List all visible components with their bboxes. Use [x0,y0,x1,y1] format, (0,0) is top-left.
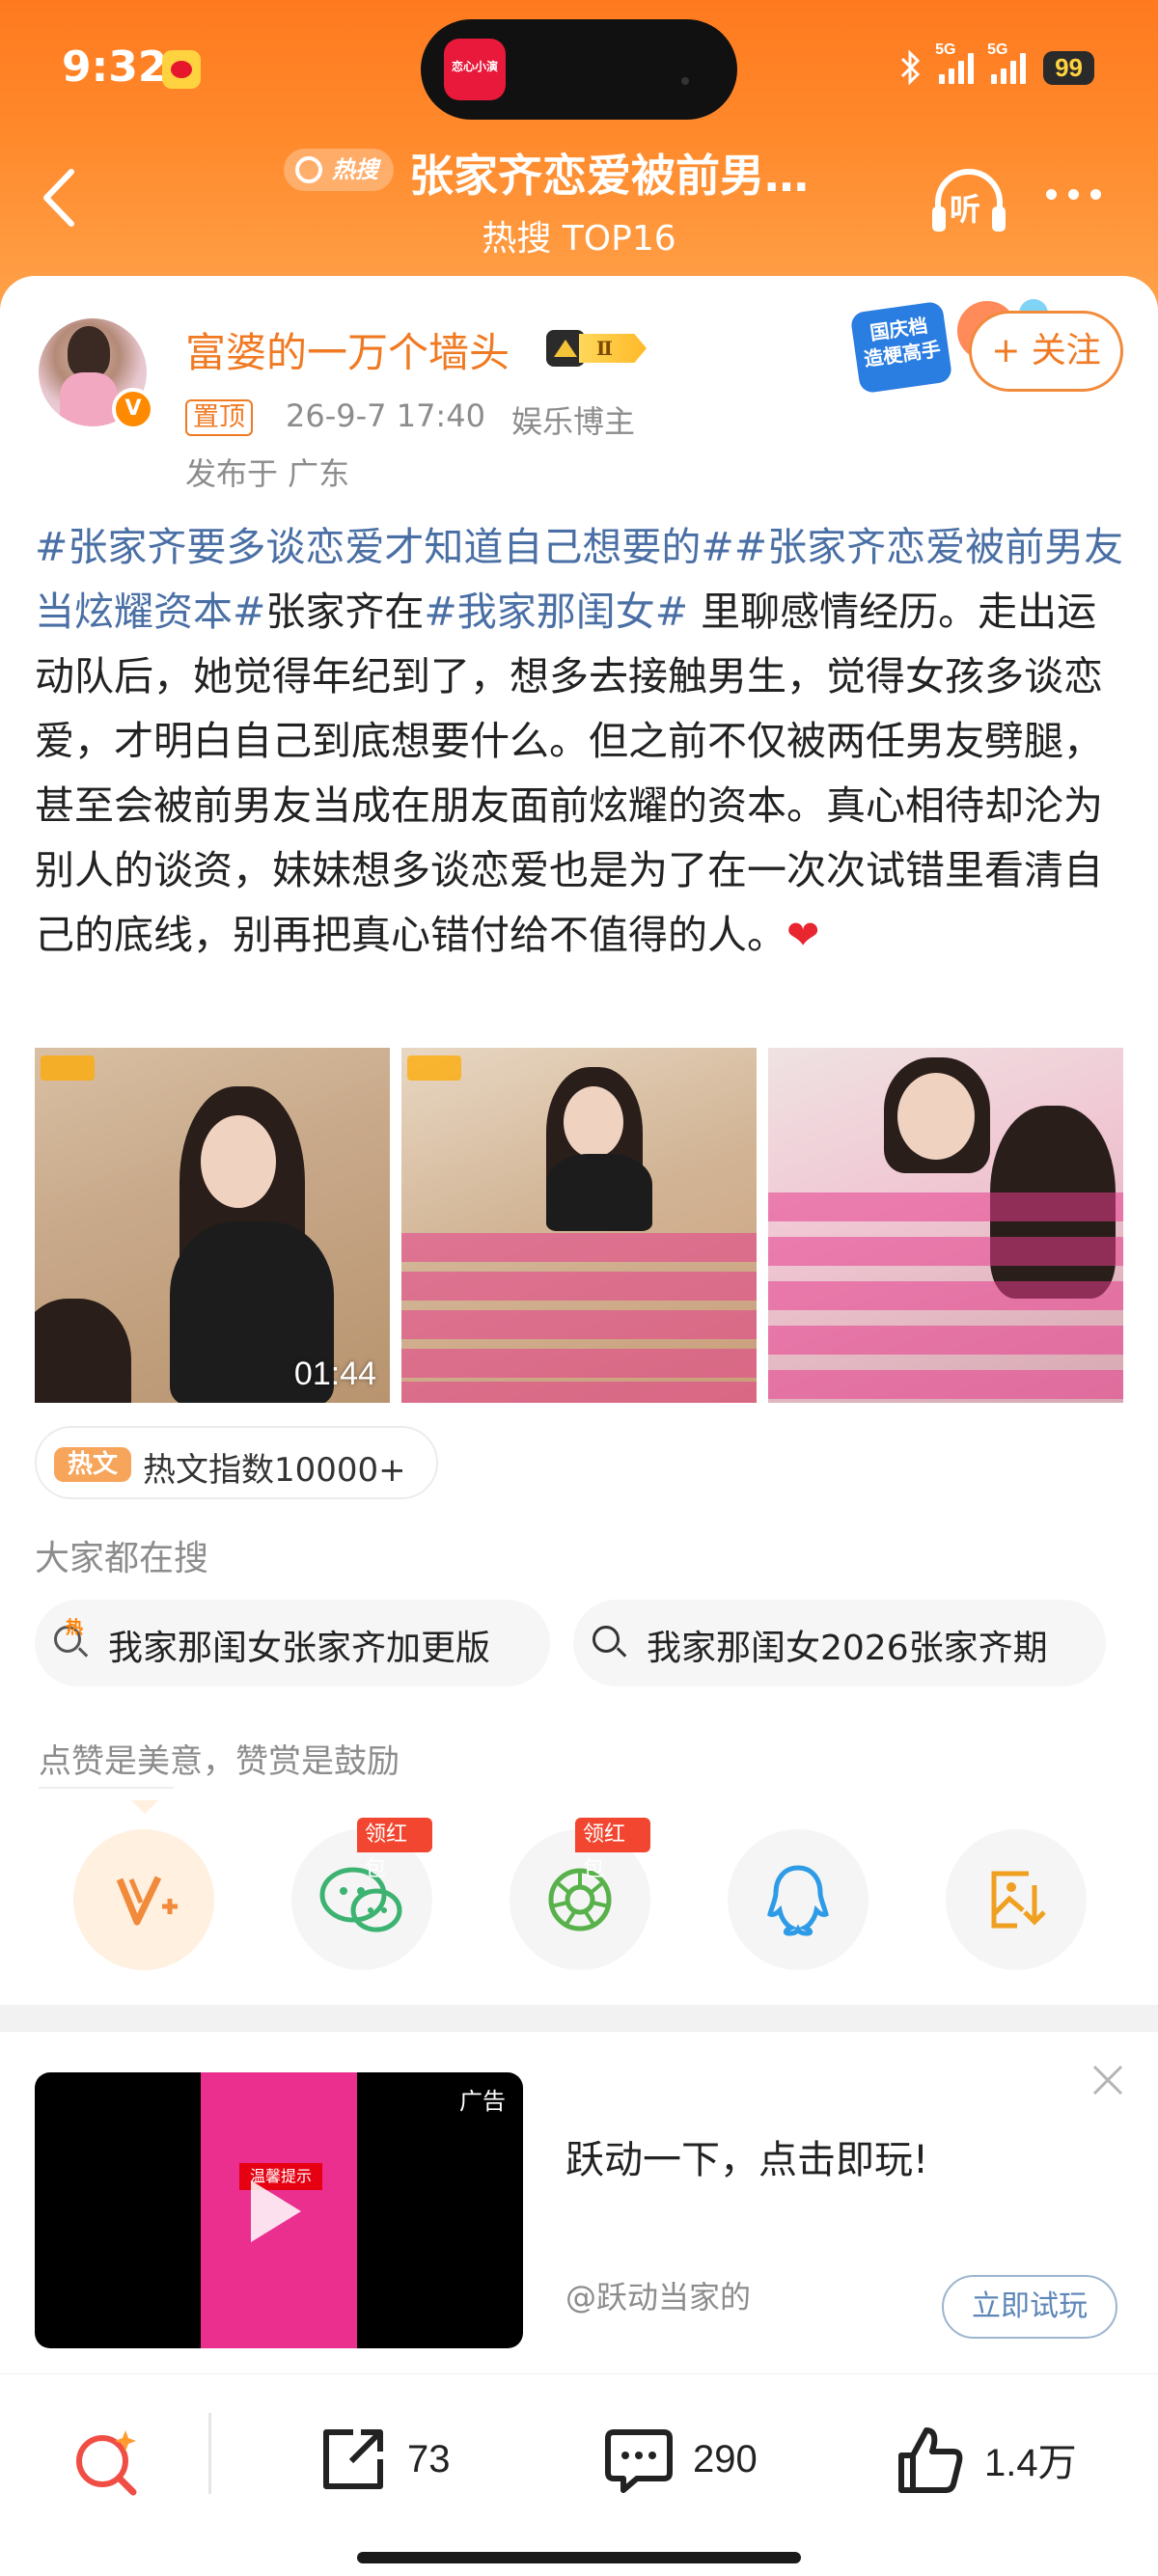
red-packet-tag: 领红包 [357,1818,432,1881]
hint-divider [39,1787,174,1789]
heart-emoji-icon: ❤ [786,912,820,958]
section-divider [0,2005,1158,2032]
try-now-button[interactable]: 立即试玩 [942,2275,1117,2339]
like-button[interactable]: 1.4万 [894,2423,1077,2496]
comment-count: 290 [693,2437,758,2480]
more-options-button[interactable] [1046,189,1101,200]
status-time: 9:32 [62,42,168,92]
hint-pointer [131,1800,158,1814]
channel-logo-icon [407,1055,461,1081]
bottom-action-bar: 73 290 1.4万 [0,2373,1158,2576]
reward-v-icon [116,1876,178,1926]
video-duration: 01:44 [293,1356,376,1392]
verified-icon: V [112,388,154,430]
battery-indicator: 99 [1043,50,1094,85]
related-search-chip[interactable]: 我家那闺女2026张家齐期 [573,1600,1106,1686]
username[interactable]: 富婆的一万个墙头 [185,320,510,379]
weibo-notification-icon [162,50,201,89]
ad-video[interactable]: 温馨提示 广告 [35,2072,523,2348]
hot-index-badge[interactable]: 热文 热文指数10000+ [35,1426,438,1499]
dynamic-island[interactable]: 恋心小演 [421,19,737,120]
related-search-heading: 大家都在搜 [35,1539,209,1578]
channel-logo-icon [41,1055,95,1081]
nav-bar: 热搜 张家齐恋爱被前男… 热搜 TOP16 听 [0,135,1158,280]
topic-link[interactable]: #张家齐要多谈恋爱才知道自己想要的# [35,524,734,570]
island-indicator [681,77,689,85]
share-qq-button[interactable] [728,1829,868,1970]
follow-button[interactable]: + 关注 [969,311,1123,392]
page-title: 张家齐恋爱被前男… [409,150,809,202]
post-card: V 富婆的一万个墙头 Ⅱ 置顶 26-9-7 17:40 娱乐博主 发布于 广东… [0,276,1158,2005]
search-icon [295,156,322,183]
repost-button[interactable]: 73 [317,2423,451,2496]
hot-search-badge[interactable]: 热搜 [284,149,394,191]
save-image-button[interactable] [946,1829,1087,1970]
listen-button[interactable]: 听 [928,164,1009,237]
post-body: #张家齐要多谈恋爱才知道自己想要的##张家齐恋爱被前男友当炫耀资本#张家齐在#我… [35,515,1129,968]
home-indicator[interactable] [357,2552,801,2563]
close-icon[interactable] [1089,2061,1127,2099]
repost-icon [323,2429,383,2489]
post-text-segment: 张家齐在 [265,589,425,635]
reward-button[interactable] [73,1829,214,1970]
ad-label: 广告 [459,2088,506,2115]
video-thumbnail[interactable]: 01:44 [35,1048,390,1403]
comment-icon [605,2429,673,2493]
cellular-signal-icon: 5G [935,41,975,84]
bluetooth-icon [901,50,921,85]
share-moments-button[interactable]: 领红包 [510,1818,650,1970]
post-date: 26-9-7 17:40 [286,397,485,434]
image-thumbnail[interactable] [768,1048,1123,1403]
hot-search-icon: 热 [54,1618,89,1658]
smart-search-icon[interactable] [69,2425,143,2498]
topic-link[interactable]: #我家那闺女# [424,589,688,635]
status-bar: 9:32 恋心小演 5G 5G 99 [0,0,1158,135]
share-wechat-button[interactable]: 领红包 [291,1818,432,1970]
red-packet-tag: 领红包 [575,1818,650,1881]
live-app-icon: 恋心小演 [444,39,506,100]
status-indicators: 5G 5G 99 [898,41,1094,95]
comment-button[interactable]: 290 [602,2423,758,2496]
thumbs-up-icon [898,2427,963,2493]
share-row: 领红包 领红包 [0,1818,1158,1984]
promo-label: 国庆档 造梗高手 [849,300,953,395]
search-icon [593,1626,627,1658]
like-count: 1.4万 [984,2442,1077,2484]
qq-icon [767,1865,829,1936]
repost-count: 73 [407,2437,451,2480]
media-grid: 01:44 [35,1048,1123,1403]
image-thumbnail[interactable] [401,1048,757,1403]
play-icon[interactable] [251,2180,301,2242]
ad-card[interactable]: 温馨提示 广告 跃动一下，点击即玩! @跃动当家的 立即试玩 [0,2032,1158,2373]
author-role: 娱乐博主 [511,403,636,440]
bottom-separator [208,2413,211,2494]
save-image-icon [991,1871,1046,1929]
hot-index-text: 热文指数10000+ [143,1451,406,1490]
related-search-chip[interactable]: 热 我家那闺女张家齐加更版 [35,1600,550,1686]
pinned-tag: 置顶 [185,399,253,436]
post-text-segment: 里聊感情经历。走出运动队后，她觉得年纪到了，想多去接触男生，觉得女孩多谈恋爱，才… [35,589,1103,958]
post-location: 发布于 广东 [185,455,350,492]
ad-title[interactable]: 跃动一下，点击即玩! [565,2128,928,2184]
cellular-signal-icon-2: 5G [987,41,1027,84]
reward-hint: 点赞是美意，赞赏是鼓励 [39,1742,400,1781]
ad-source[interactable]: @跃动当家的 [565,2273,751,2317]
hot-article-tag: 热文 [54,1447,131,1482]
level-badge[interactable]: Ⅱ [546,330,654,367]
